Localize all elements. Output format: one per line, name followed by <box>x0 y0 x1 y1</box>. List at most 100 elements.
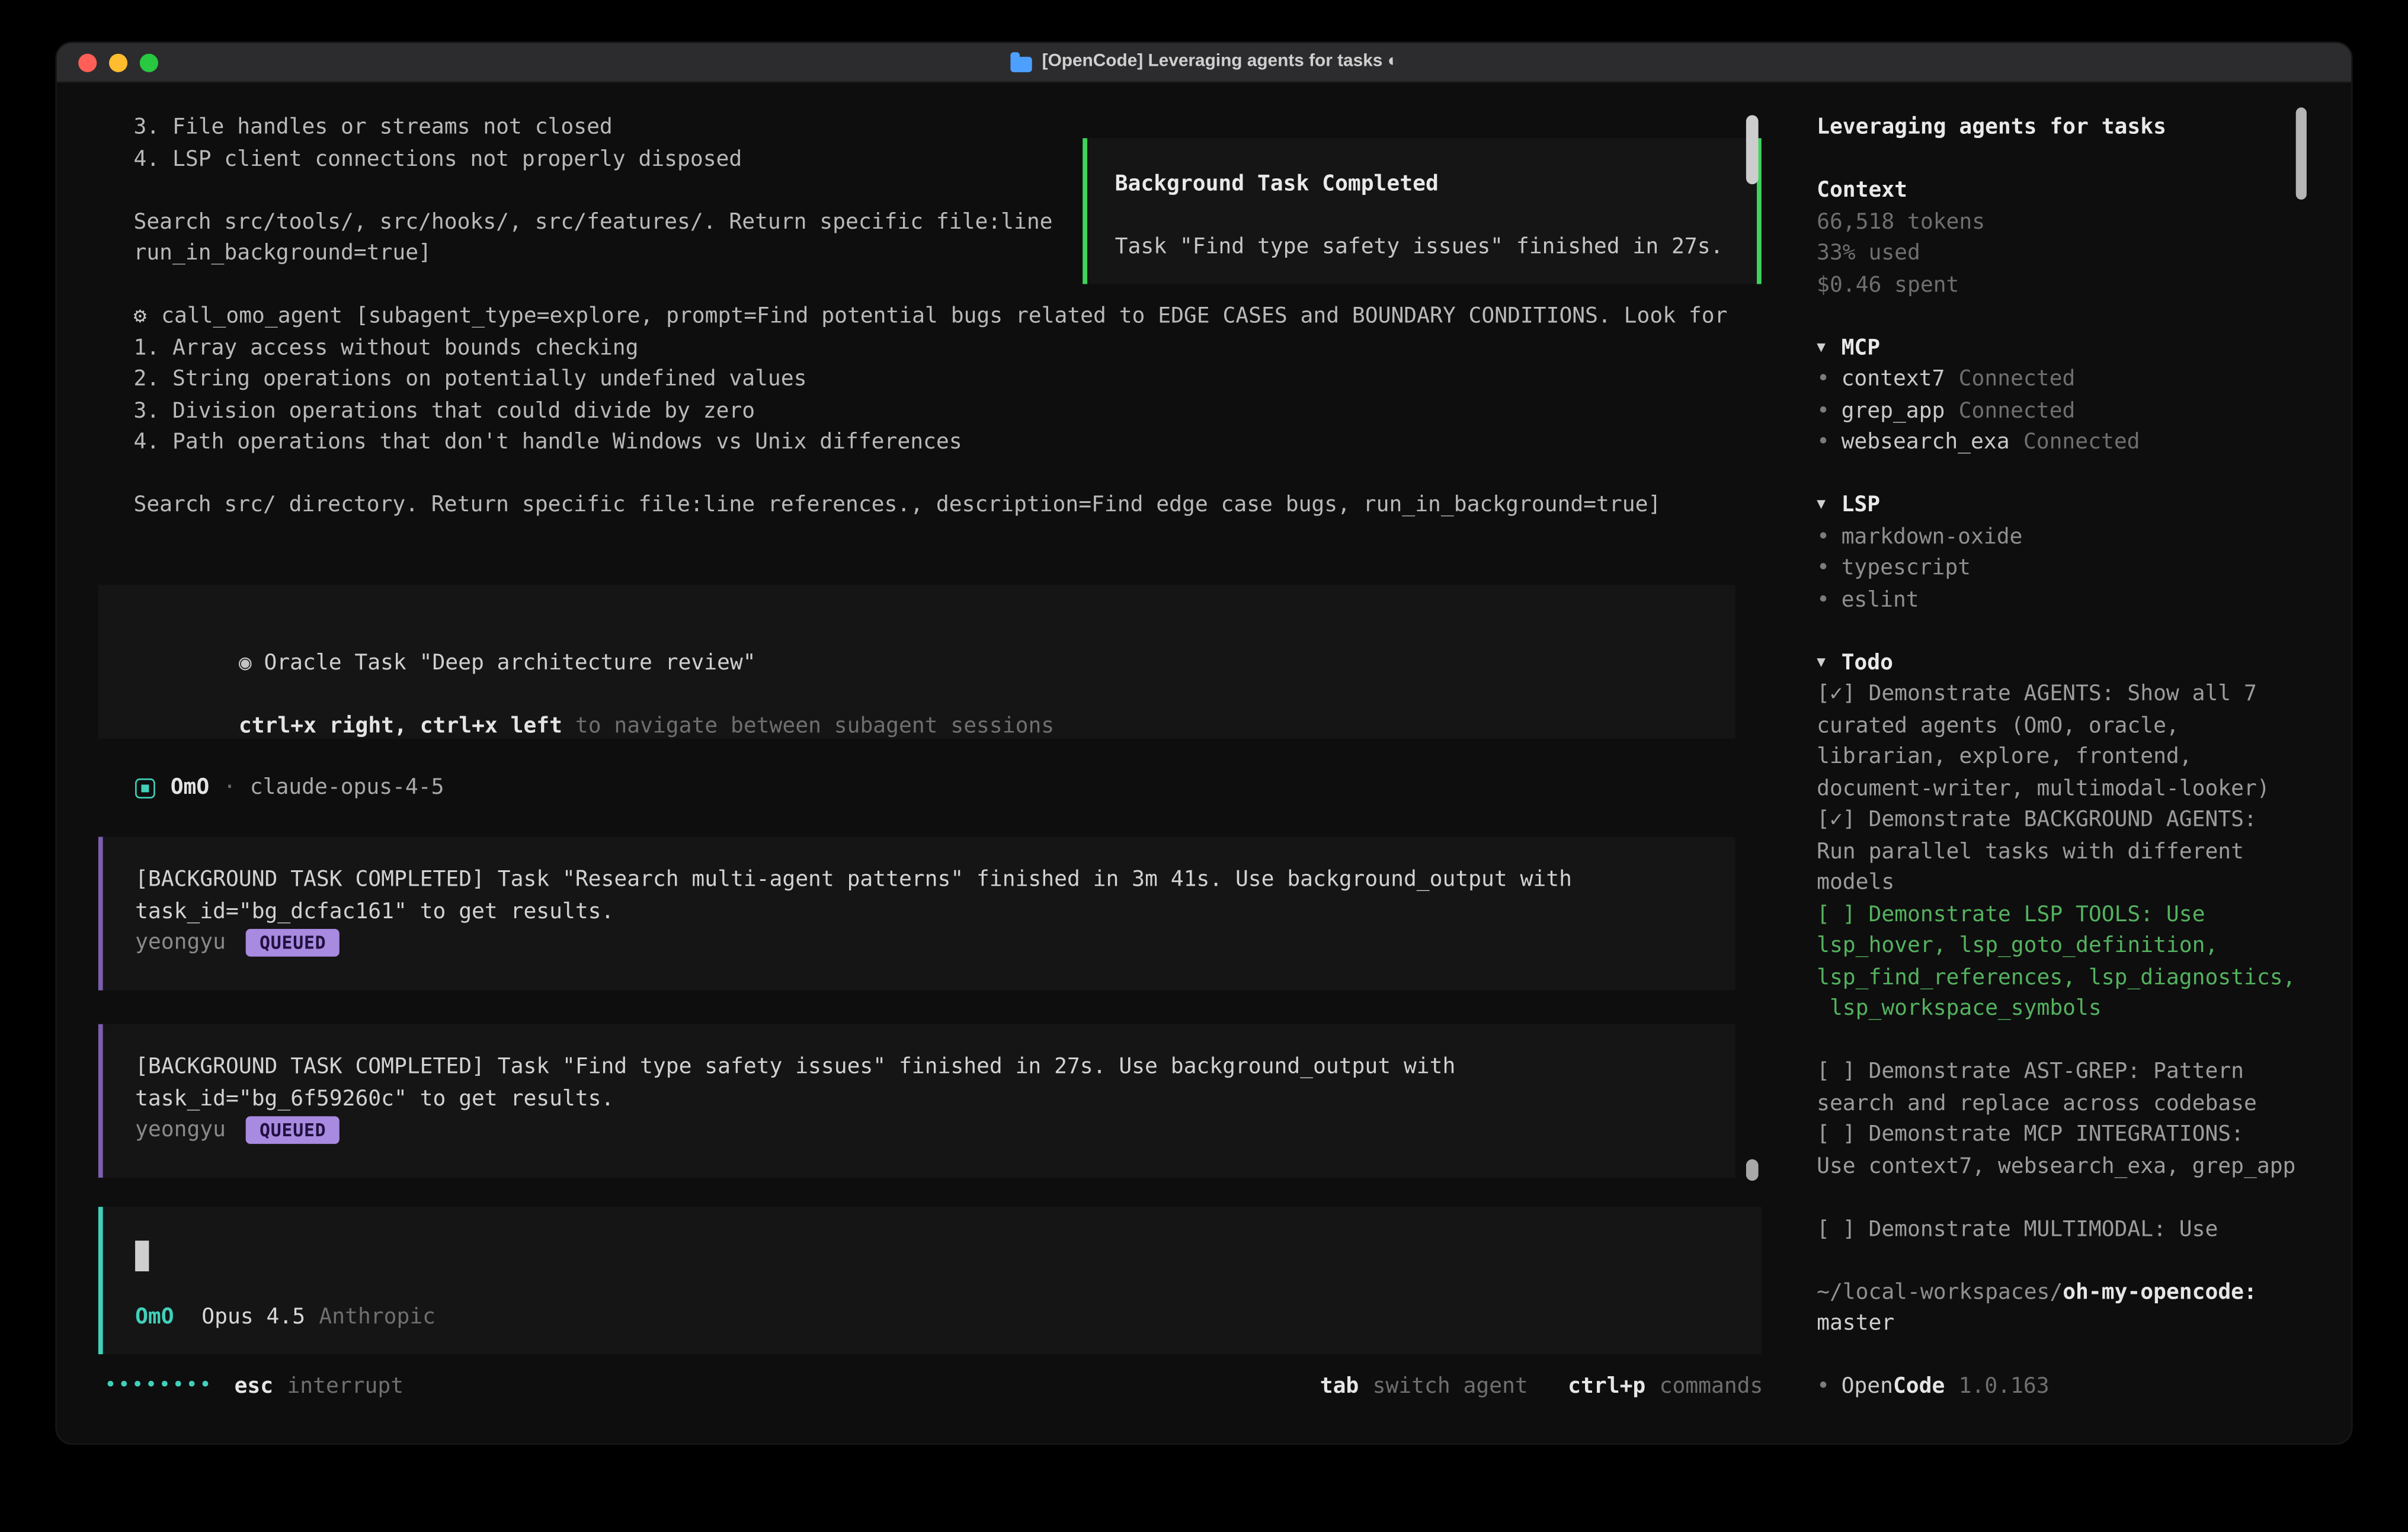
workspace-path-prefix: ~/local-workspaces/ <box>1817 1277 2063 1308</box>
mcp-item-status: Connected <box>1959 395 2076 427</box>
tab-key-label: switch agent <box>1373 1371 1528 1402</box>
esc-key-hint: esc <box>235 1371 274 1402</box>
log-blank <box>133 459 1764 490</box>
close-button[interactable] <box>78 54 97 72</box>
context-spent: $0.46 spent <box>1817 270 2305 301</box>
bullet-icon: • <box>1817 553 1841 584</box>
message-line: [BACKGROUND TASK COMPLETED] Task "Find t… <box>135 1052 1703 1083</box>
toast-body: Task "Find type safety issues" finished … <box>1115 232 1757 263</box>
background-task-toast[interactable]: Background Task Completed Task "Find typ… <box>1083 138 1762 284</box>
tool-call-text: call_omo_agent [subagent_type=explore, p… <box>161 301 1727 332</box>
mcp-item-name: context7 <box>1842 364 1945 395</box>
context-used: 33% used <box>1817 238 2305 270</box>
mcp-section-header[interactable]: ▼MCP <box>1817 332 2305 364</box>
spacer <box>1817 616 2305 647</box>
bullet-icon: • <box>1817 1371 1841 1402</box>
todo-item-line: [✓] Demonstrate BACKGROUND AGENTS: <box>1817 805 2305 836</box>
chevron-down-icon: ▼ <box>1817 647 1841 678</box>
mcp-item-status: Connected <box>1959 364 2076 395</box>
context-heading: Context <box>1817 175 2305 206</box>
gear-icon: ⚙ <box>133 301 161 332</box>
lsp-section-header[interactable]: ▼LSP <box>1817 490 2305 521</box>
zoom-button[interactable] <box>140 54 158 72</box>
bullet-icon: • <box>1817 427 1841 459</box>
sidebar-title: Leveraging agents for tasks <box>1817 112 2305 143</box>
todo-item-line: curated agents (OmO, oracle, <box>1817 710 2305 742</box>
spacer <box>1817 459 2305 490</box>
esc-key-label: interrupt <box>287 1371 404 1402</box>
sidebar: Leveraging agents for tasks Context 66,5… <box>1817 112 2305 1402</box>
message-meta: yeongyu QUEUED <box>135 927 1703 959</box>
message-author: yeongyu <box>135 927 226 959</box>
terminal-window: [OpenCode] Leveraging agents for tasks ◐… <box>57 43 2351 1444</box>
spacer <box>1817 301 2305 332</box>
todo-item-line: [✓] Demonstrate AGENTS: Show all 7 <box>1817 679 2305 710</box>
main-scrollbar-thumb-bottom[interactable] <box>1746 1159 1759 1181</box>
log-line: Search src/ directory. Return specific f… <box>133 490 1764 521</box>
bullet-icon: • <box>1817 364 1841 395</box>
app-name: Open <box>1842 1371 1893 1402</box>
commands-key-label: commands <box>1660 1371 1763 1402</box>
main-scrollbar-thumb[interactable] <box>1746 115 1759 184</box>
screen: [OpenCode] Leveraging agents for tasks ◐… <box>0 0 2408 1532</box>
log-line: 3. Division operations that could divide… <box>133 395 1764 427</box>
oracle-task-panel: ◉Oracle Task "Deep architecture review" … <box>98 585 1735 738</box>
mcp-item-status: Connected <box>2023 427 2140 459</box>
window-title: [OpenCode] Leveraging agents for tasks ◐ <box>1010 46 1398 78</box>
bullet-icon: • <box>1817 395 1841 427</box>
mcp-item: •context7 Connected <box>1817 364 2305 395</box>
spacer <box>1817 1025 2305 1056</box>
context-tokens: 66,518 tokens <box>1817 207 2305 238</box>
todo-item-line: Run parallel tasks with different <box>1817 836 2305 867</box>
status-badge: QUEUED <box>246 930 340 957</box>
lsp-item-name: eslint <box>1842 584 1919 616</box>
mcp-item: •grep_app Connected <box>1817 395 2305 427</box>
status-badge: QUEUED <box>246 1117 340 1145</box>
mcp-heading: MCP <box>1842 332 1881 364</box>
minimize-button[interactable] <box>109 54 127 72</box>
navigation-hint: ctrl+x right, ctrl+x left to navigate be… <box>135 679 1698 710</box>
background-task-message: [BACKGROUND TASK COMPLETED] Task "Resear… <box>98 837 1735 991</box>
app-version-number: 1.0.163 <box>1959 1371 2050 1402</box>
agent-checkbox-fill <box>141 784 149 792</box>
todo-item-line: librarian, explore, frontend, <box>1817 742 2305 773</box>
todo-item-line: [ ] Demonstrate MULTIMODAL: Use <box>1817 1214 2305 1245</box>
app-version: •OpenCode 1.0.163 <box>1817 1371 2305 1402</box>
log-line: 2. String operations on potentially unde… <box>133 364 1764 395</box>
todo-item-line-active: lsp_hover, lsp_goto_definition, <box>1817 931 2305 962</box>
lsp-item: •typescript <box>1817 553 2305 584</box>
spacer <box>1817 1339 2305 1371</box>
log-line: 1. Array access without bounds checking <box>133 332 1764 364</box>
bullet-icon: • <box>1817 521 1841 553</box>
commands-key-hint: ctrl+p <box>1568 1371 1645 1402</box>
agent-session-header[interactable]: OmO · claude-opus-4-5 <box>135 773 444 804</box>
oracle-task-title-line: ◉Oracle Task "Deep architecture review" <box>135 616 1698 647</box>
separator-dot: · <box>223 773 236 804</box>
message-meta: yeongyu QUEUED <box>135 1115 1703 1146</box>
workspace-path: ~/local-workspaces/oh-my-opencode: <box>1817 1277 2305 1308</box>
agent-name: OmO <box>171 773 210 804</box>
record-icon: ◉ <box>239 650 252 675</box>
mcp-item: •websearch_exa Connected <box>1817 427 2305 459</box>
folder-icon <box>1010 56 1031 72</box>
todo-item-line: search and replace across codebase <box>1817 1088 2305 1119</box>
prompt-input[interactable]: OmO Opus 4.5 Anthropic <box>98 1207 1762 1354</box>
tool-call-line: ⚙ call_omo_agent [subagent_type=explore,… <box>133 301 1764 332</box>
spacer <box>1817 1245 2305 1277</box>
mcp-item-name: grep_app <box>1842 395 1945 427</box>
mcp-item-name: websearch_exa <box>1842 427 2010 459</box>
workspace-repo: oh-my-opencode: <box>2063 1277 2257 1308</box>
todo-item-line: models <box>1817 867 2305 899</box>
log-line: 4. Path operations that don't handle Win… <box>133 427 1764 459</box>
agent-model: claude-opus-4-5 <box>250 773 444 804</box>
titlebar: [OpenCode] Leveraging agents for tasks ◐ <box>57 43 2351 83</box>
app-name-bold: Code <box>1893 1371 1945 1402</box>
todo-item-line: [ ] Demonstrate MCP INTEGRATIONS: <box>1817 1119 2305 1150</box>
todo-item-line-active: lsp_find_references, lsp_diagnostics, <box>1817 962 2305 993</box>
text-cursor <box>135 1241 149 1271</box>
todo-item-line: [ ] Demonstrate AST-GREP: Pattern <box>1817 1056 2305 1088</box>
active-model-label: Opus 4.5 <box>201 1302 305 1333</box>
lsp-item: •markdown-oxide <box>1817 521 2305 553</box>
todo-section-header[interactable]: ▼Todo <box>1817 647 2305 678</box>
provider-label: Anthropic <box>319 1302 436 1333</box>
